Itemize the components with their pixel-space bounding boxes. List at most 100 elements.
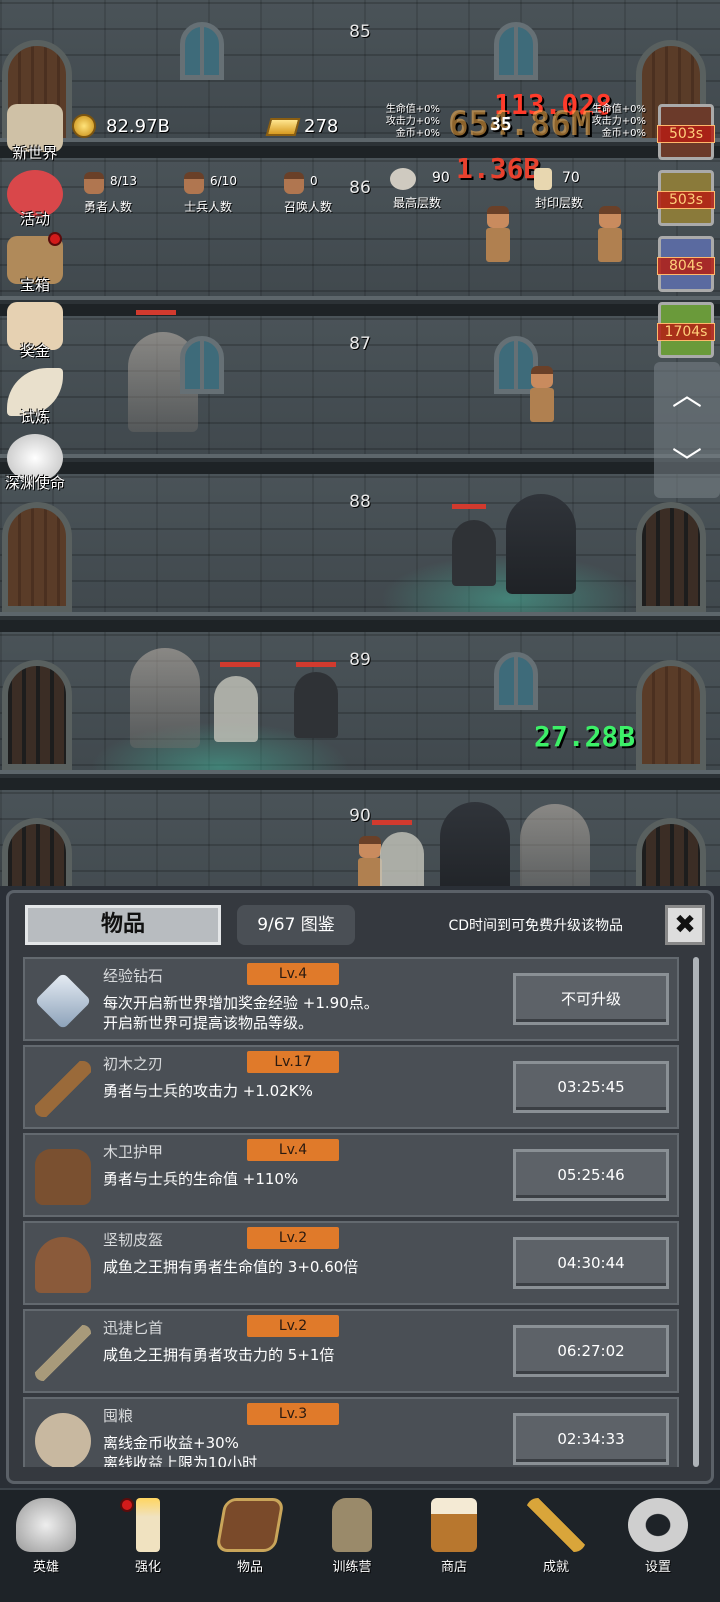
nav-items[interactable]: 物品	[210, 1498, 290, 1575]
chevron-down-icon[interactable]: ﹀	[654, 430, 720, 498]
nav-settings[interactable]: 设置	[618, 1498, 698, 1575]
nav-achievements[interactable]: 成就	[516, 1498, 596, 1575]
damage-number: 35	[490, 114, 512, 135]
upgrade-timer-button[interactable]: 06:27:02	[513, 1325, 669, 1377]
timer-buff-2[interactable]: 503s	[657, 170, 715, 226]
soldier-count: 6/10 士兵人数	[183, 172, 237, 214]
item-row: 囤粮 Lv.3 离线金币收益+30% 离线收益上限为10小时 02:34:33	[23, 1397, 679, 1467]
item-list[interactable]: 经验钻石 Lv.4 每次开启新世界增加奖金经验 +1.90点。 开启新世界可提高…	[23, 957, 687, 1467]
ghost-sprite	[294, 672, 338, 738]
enemy-hp-bar	[452, 504, 486, 509]
floor-scroll-control: ︿ ﹀	[654, 362, 720, 498]
ghost-sprite	[380, 832, 424, 886]
side-event[interactable]: 活动	[2, 170, 68, 229]
ingot-amount: 278	[304, 116, 339, 137]
floor-number: 85	[349, 22, 371, 42]
window	[180, 22, 224, 80]
reaper-sprite	[506, 494, 576, 594]
nav-heroes[interactable]: 英雄	[6, 1498, 86, 1575]
reaper-sprite	[520, 804, 590, 886]
item-row: 经验钻石 Lv.4 每次开启新世界增加奖金经验 +1.90点。 开启新世界可提高…	[23, 957, 679, 1041]
damage-number: 654.86M	[448, 104, 592, 144]
stone-icon	[390, 168, 416, 190]
floor-number: 89	[349, 650, 371, 670]
timer-buff-4[interactable]: 1704s	[657, 302, 715, 358]
dagger-icon	[35, 1325, 91, 1381]
enemy-hp-bar	[372, 820, 412, 825]
damage-number: 27.28B	[534, 720, 636, 753]
tab-items[interactable]: 物品	[25, 905, 221, 945]
skull-icon	[16, 1498, 76, 1552]
highest-floor: 90 最高层数	[374, 168, 460, 211]
timer-buff-1[interactable]: 503s	[657, 104, 715, 160]
armor-icon	[35, 1149, 91, 1205]
item-row: 坚韧皮盔 Lv.2 咸鱼之王拥有勇者生命值的 3+0.60倍 04:30:44	[23, 1221, 679, 1305]
door	[2, 818, 72, 886]
window	[494, 22, 538, 80]
items-panel: 物品 9/67 图鉴 CD时间到可免费升级该物品 ✖ 经验钻石 Lv.4 每次开…	[6, 890, 714, 1484]
notification-dot	[120, 1498, 134, 1512]
door	[2, 502, 72, 612]
enemy-hp-bar	[136, 310, 176, 315]
enemy-hp-bar	[220, 662, 260, 667]
candle-icon	[136, 1498, 160, 1552]
book-icon	[215, 1498, 285, 1552]
list-scrollbar[interactable]	[693, 957, 699, 1467]
diamond-icon	[34, 972, 92, 1030]
notification-dot	[48, 232, 62, 246]
upgrade-timer-button[interactable]: 05:25:46	[513, 1149, 669, 1201]
reaper-sprite	[130, 648, 200, 748]
upgrade-timer-button[interactable]: 02:34:33	[513, 1413, 669, 1465]
gold-amount: 82.97B	[106, 116, 170, 137]
side-trial[interactable]: 试炼	[2, 368, 68, 427]
door	[2, 660, 72, 770]
lantern-icon	[332, 1498, 372, 1552]
window	[180, 336, 224, 394]
upgrade-timer-button[interactable]: 03:25:45	[513, 1061, 669, 1113]
gear-icon	[628, 1498, 688, 1552]
summon-count: 0 召唤人数	[283, 172, 332, 214]
window	[494, 652, 538, 710]
timer-buff-3[interactable]: 804s	[657, 236, 715, 292]
floor-number: 88	[349, 492, 371, 512]
scroll-icon	[534, 168, 552, 190]
ghost-sprite	[452, 520, 496, 586]
close-button[interactable]: ✖	[665, 905, 705, 945]
grain-bowl-icon	[35, 1413, 91, 1467]
nav-shop[interactable]: 商店	[414, 1498, 494, 1575]
hero-sprite	[596, 206, 624, 266]
panel-hint: CD时间到可免费升级该物品	[448, 918, 623, 934]
close-icon: ✖	[674, 910, 696, 940]
buff-list-left: 生命值+0% 攻击力+0% 金币+0%	[385, 104, 440, 139]
reaper-sprite	[440, 802, 510, 886]
collection-count-button[interactable]: 9/67 图鉴	[237, 905, 355, 945]
floor-87: 87	[0, 310, 720, 476]
side-chest[interactable]: 宝箱	[2, 232, 68, 295]
hero-count: 8/13 勇者人数	[83, 172, 137, 214]
floor-number: 87	[349, 334, 371, 354]
door	[636, 818, 706, 886]
side-new-world[interactable]: 新世界	[2, 104, 68, 163]
gold-coin-icon	[72, 114, 96, 138]
item-row: 初木之刃 Lv.17 勇者与士兵的攻击力 +1.02K% 03:25:45	[23, 1045, 679, 1129]
floor-88: 88	[0, 474, 720, 644]
gold-ingot-icon	[265, 118, 301, 136]
leather-helmet-icon	[35, 1237, 91, 1293]
key-icon	[526, 1498, 586, 1552]
door	[636, 660, 706, 770]
ghost-sprite	[214, 676, 258, 742]
side-bonus[interactable]: 奖金	[2, 302, 68, 361]
soldier-icon	[184, 172, 204, 194]
nav-enhance[interactable]: 强化	[108, 1498, 188, 1575]
item-row: 木卫护甲 Lv.4 勇者与士兵的生命值 +110% 05:25:46	[23, 1133, 679, 1217]
chevron-up-icon[interactable]: ︿	[654, 362, 720, 430]
buff-list-right: 生命值+0% 攻击力+0% 金币+0%	[591, 104, 646, 139]
door	[636, 502, 706, 612]
bottom-nav: 英雄 强化 物品 训练营 商店 成就 设置	[0, 1488, 720, 1602]
upgrade-timer-button[interactable]: 04:30:44	[513, 1237, 669, 1289]
upgrade-button[interactable]: 不可升级	[513, 973, 669, 1025]
nav-training[interactable]: 训练营	[312, 1498, 392, 1575]
hero-icon	[84, 172, 104, 194]
side-abyss[interactable]: 深渊使命	[2, 434, 68, 493]
floor-90: 90	[0, 790, 720, 886]
